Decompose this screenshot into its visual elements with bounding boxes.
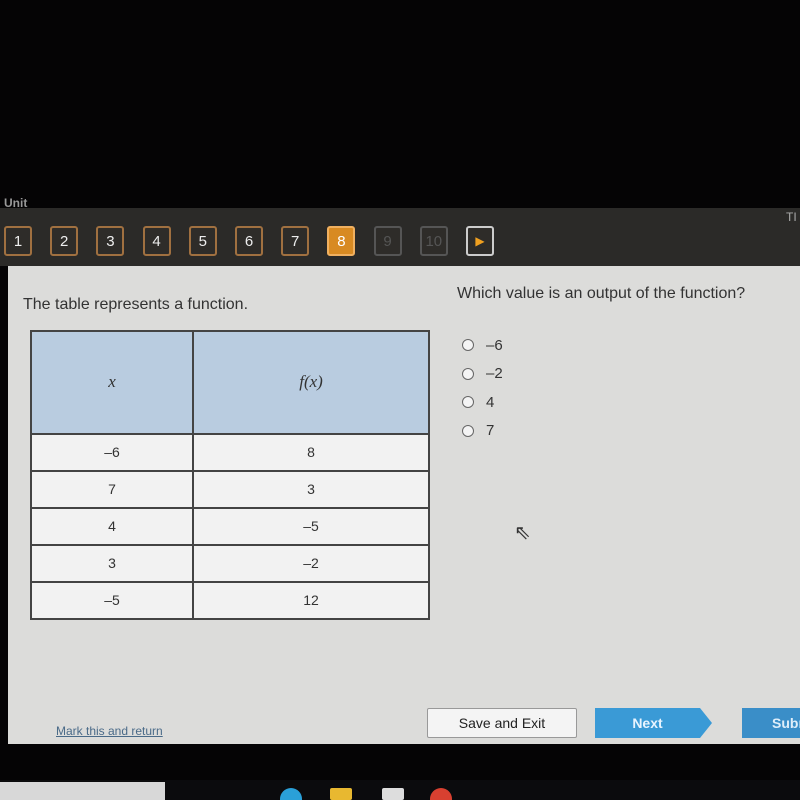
option-label: 4 <box>486 393 495 411</box>
next-button[interactable]: Next <box>595 708 712 738</box>
save-and-exit-button[interactable]: Save and Exit <box>427 708 577 738</box>
x-cell: 4 <box>29 506 195 546</box>
option-label: –2 <box>486 365 503 383</box>
question-number-4[interactable]: 4 <box>142 226 171 256</box>
taskbar-search[interactable] <box>0 782 165 800</box>
table-row: –6 8 <box>29 432 430 472</box>
folder-icon[interactable] <box>330 788 352 800</box>
fx-cell: –2 <box>192 543 430 583</box>
store-icon[interactable] <box>382 788 404 800</box>
header-fx: f(x) <box>192 330 430 435</box>
answer-option[interactable]: –2 <box>462 360 503 389</box>
question-number-1[interactable]: 1 <box>4 226 32 256</box>
radio-button[interactable] <box>462 367 474 380</box>
option-label: –6 <box>486 336 503 354</box>
fx-cell: 8 <box>192 432 430 472</box>
option-label: 7 <box>486 422 495 440</box>
fx-cell: –5 <box>192 506 430 546</box>
question-number-8[interactable]: 8 <box>327 226 356 256</box>
x-cell: –5 <box>29 580 195 621</box>
question-number-7[interactable]: 7 <box>281 226 310 256</box>
answer-option[interactable]: 7 <box>462 417 503 446</box>
question-number-5[interactable]: 5 <box>188 226 217 256</box>
table-header-row: x f(x) <box>29 330 430 435</box>
header-x: x <box>29 330 195 435</box>
mouse-cursor-icon: ⇖ <box>514 522 531 544</box>
question-number-2[interactable]: 2 <box>50 226 79 256</box>
radio-button[interactable] <box>462 339 474 352</box>
timer-label: TI <box>786 210 797 224</box>
fx-cell: 12 <box>192 580 430 621</box>
prompt-text: The table represents a function. <box>23 296 249 313</box>
question-number-6[interactable]: 6 <box>235 226 263 256</box>
mark-and-return-link[interactable]: Mark this and return <box>56 724 163 738</box>
table-row: 3 –2 <box>29 543 430 583</box>
unit-label: Unit <box>4 196 28 210</box>
table-row: 4 –5 <box>29 506 430 546</box>
fx-cell: 3 <box>192 469 430 509</box>
next-question-arrow[interactable]: ▶ <box>466 226 494 256</box>
question-text: Which value is an output of the function… <box>457 285 746 302</box>
x-cell: –6 <box>29 432 195 472</box>
question-number-10: 10 <box>419 226 448 256</box>
table-row: –5 12 <box>29 580 430 621</box>
x-cell: 7 <box>29 469 195 509</box>
radio-button[interactable] <box>462 396 474 409</box>
question-number-3[interactable]: 3 <box>96 226 125 256</box>
question-number-9: 9 <box>373 226 402 256</box>
x-cell: 3 <box>29 543 195 583</box>
answer-option[interactable]: 4 <box>462 388 503 417</box>
answer-options: –6 –2 4 7 <box>462 331 503 445</box>
radio-button[interactable] <box>462 424 474 437</box>
answer-option[interactable]: –6 <box>462 331 503 360</box>
table-row: 73 <box>29 469 430 509</box>
submit-button[interactable]: Submit <box>742 708 800 738</box>
function-table: x f(x) –6 8 7 3 4 –5 3 –2 –5 12 <box>29 330 430 621</box>
